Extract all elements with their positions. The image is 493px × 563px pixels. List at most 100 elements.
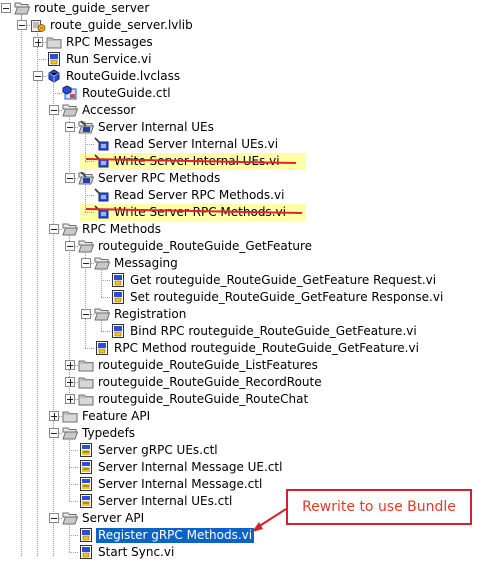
tree-item-label: RPC Messages [66,35,153,49]
tree-item-label: Registration [114,307,187,321]
annotation-callout: Rewrite to use Bundle [286,489,472,525]
collapse-node-button[interactable] [65,173,75,183]
accessor-vi-icon [94,204,110,220]
tree-item[interactable]: Run Service.vi [46,51,493,68]
folder-closed-icon [46,34,62,50]
tree-item-label: RouteGuide.lvclass [66,69,181,83]
tree-item-label: Register gRPC Methods.vi [96,528,255,543]
tree-item[interactable]: Registration [94,306,493,323]
lvlib-icon [30,17,46,33]
accessor-folder-icon [78,119,95,135]
tree-item[interactable]: RPC Messages [46,34,493,51]
collapse-node-button[interactable] [49,428,59,438]
tree-item-label: Read Server Internal UEs.vi [114,137,279,151]
tree-item[interactable]: routeguide_RouteGuide_ListFeatures [78,357,493,374]
tree-item[interactable]: Accessor [62,102,493,119]
vi-icon [110,323,126,339]
tree-item-label: Read Server RPC Methods.vi [114,188,285,202]
tree-item-label: Get routeguide_RouteGuide_GetFeature Req… [130,273,437,287]
tree-item[interactable]: route_guide_server.lvlib [30,17,493,34]
tree-item-label: Server Internal Message UE.ctl [98,460,283,474]
collapse-node-button[interactable] [1,3,11,13]
folder-closed-icon [78,374,94,390]
collapse-node-button[interactable] [81,309,91,319]
tree-item[interactable]: RouteGuide.lvclass [46,68,493,85]
collapse-node-button[interactable] [49,513,59,523]
tree-item-label: RPC Methods [82,222,162,236]
tree-item[interactable]: routeguide_RouteGuide_RouteChat [78,391,493,408]
expand-node-button[interactable] [65,377,75,387]
ctl-icon [78,493,94,509]
accessor-vi-icon [94,187,110,203]
tree-item-label: Run Service.vi [66,52,152,66]
collapse-node-button[interactable] [81,258,91,268]
tree-line [101,331,110,333]
tree-item-label: Messaging [114,256,178,270]
tree-item[interactable]: Server gRPC UEs.ctl [78,442,493,459]
expand-node-button[interactable] [33,37,43,47]
tree-line [69,484,78,486]
tree-item[interactable]: RouteGuide.ctl [62,85,493,102]
tree-item[interactable]: Feature API [62,408,493,425]
folder-open-icon [14,0,31,16]
tree-item[interactable]: Register gRPC Methods.vi [78,527,493,544]
tree-item-label: Server RPC Methods [98,171,221,185]
tree-item-label: Set routeguide_RouteGuide_GetFeature Res… [130,290,444,304]
collapse-node-button[interactable] [49,105,59,115]
expand-node-button[interactable] [65,394,75,404]
folder-open-icon [62,425,79,441]
tree-line [53,76,54,556]
ctl-icon [78,459,94,475]
tree-item-label: route_guide_server.lvlib [50,18,193,32]
expand-node-button[interactable] [49,411,59,421]
tree-item[interactable]: Set routeguide_RouteGuide_GetFeature Res… [110,289,493,306]
folder-open-icon [62,221,79,237]
folder-open-icon [62,510,79,526]
tree-item[interactable]: Read Server RPC Methods.vi [94,187,493,204]
tree-item-label: route_guide_server [34,1,150,15]
vi-icon [110,272,126,288]
tree-item[interactable]: Typedefs [62,425,493,442]
tree-line [101,280,110,282]
tree-item-label: Accessor [82,103,136,117]
tree-line [69,467,78,469]
tree-item[interactable]: Bind RPC routeguide_RouteGuide_GetFeatur… [110,323,493,340]
tree-item-label: Server API [82,511,145,525]
callout-text: Rewrite to use Bundle [302,499,456,515]
tree-line [69,535,78,537]
project-tree[interactable]: route_guide_server route_guide_server.lvl… [0,0,493,559]
tree-item[interactable]: routeguide_RouteGuide_RecordRoute [78,374,493,391]
collapse-node-button[interactable] [17,20,27,30]
tree-item[interactable]: Get routeguide_RouteGuide_GetFeature Req… [110,272,493,289]
tree-item[interactable]: routeguide_RouteGuide_GetFeature [78,238,493,255]
tree-item-label: Bind RPC routeguide_RouteGuide_GetFeatur… [130,324,417,338]
collapse-node-button[interactable] [65,122,75,132]
tree-line [85,195,94,197]
tree-item[interactable]: RPC Method routeguide_RouteGuide_GetFeat… [94,340,493,357]
collapse-node-button[interactable] [49,224,59,234]
collapse-node-button[interactable] [65,241,75,251]
tree-item[interactable]: Start Sync.vi [78,544,493,561]
tree-item[interactable]: RPC Methods [62,221,493,238]
tree-item-label: Server Internal UEs [98,120,214,134]
tree-line [53,93,62,95]
tree-line [101,297,110,299]
tree-item[interactable]: Server Internal UEs [78,119,493,136]
tree-item[interactable]: route_guide_server [14,0,493,17]
expand-node-button[interactable] [65,360,75,370]
tree-item-label: Start Sync.vi [98,545,175,559]
collapse-node-button[interactable] [33,71,43,81]
tree-item[interactable]: Messaging [94,255,493,272]
tree-item[interactable]: Read Server Internal UEs.vi [94,136,493,153]
tree-item[interactable]: Server Internal Message UE.ctl [78,459,493,476]
class-ctl-icon [62,85,78,101]
tree-item-label: RPC Method routeguide_RouteGuide_GetFeat… [114,341,419,355]
tree-line [85,212,94,214]
tree-item-label: Feature API [82,409,151,423]
tree-item[interactable]: Server RPC Methods [78,170,493,187]
tree-line [69,233,70,399]
folder-closed-icon [62,408,78,424]
accessor-vi-icon [94,136,110,152]
tree-item-label: Typedefs [82,426,136,440]
tree-line [85,348,94,350]
